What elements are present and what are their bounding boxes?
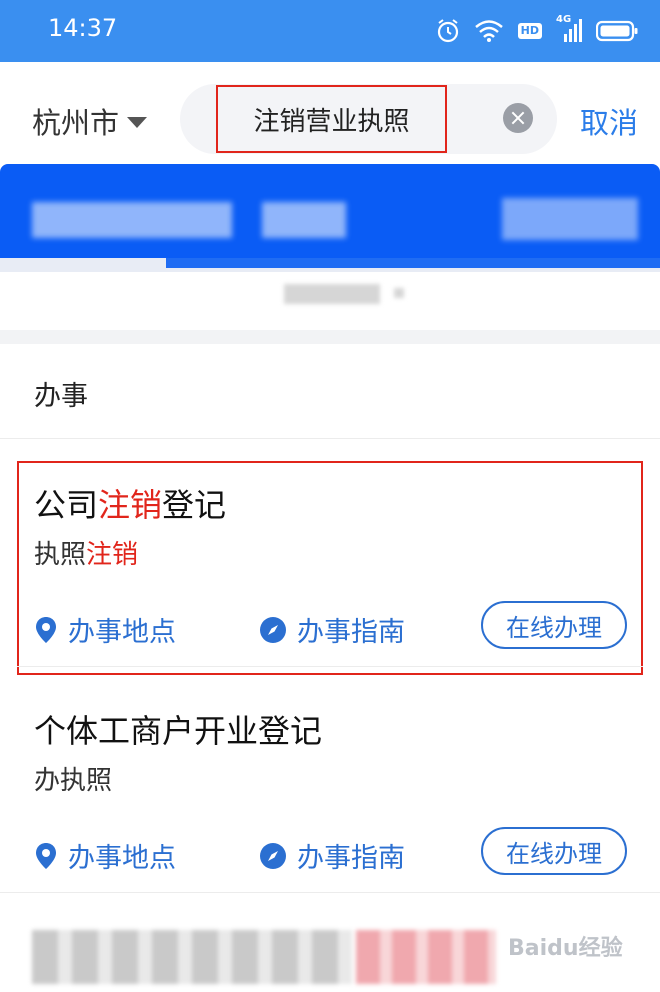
guide-label: 办事指南 (297, 843, 405, 874)
network-type-label: 4G (556, 14, 572, 25)
compass-icon (260, 616, 286, 643)
clear-icon[interactable] (503, 103, 533, 133)
city-label: 杭州市 (32, 106, 120, 140)
status-bar: 14:37 HD 4G (0, 0, 660, 62)
result-card[interactable]: 个体工商户开业登记 办执照 办事地点 办事指南 在线办理 (0, 686, 660, 912)
title-text: 公司 (34, 486, 99, 524)
compass-icon (260, 842, 286, 869)
subtitle-text: 执照 (34, 540, 87, 570)
status-time: 14:37 (48, 14, 118, 42)
section-gap (0, 330, 660, 344)
blurred-result-keyword (356, 930, 496, 984)
location-pin-icon (36, 842, 56, 869)
caret-down-icon (127, 117, 148, 128)
banner-tail (166, 258, 660, 268)
wifi-icon (474, 20, 503, 42)
divider (17, 666, 643, 667)
guide-label: 办事指南 (297, 617, 405, 648)
battery-icon (596, 20, 638, 42)
section-title: 办事 (34, 381, 88, 412)
cancel-button[interactable]: 取消 (580, 100, 638, 142)
search-input[interactable]: 注销营业执照 (216, 85, 447, 153)
status-icons: HD 4G (436, 14, 638, 48)
promo-banner[interactable] (0, 164, 660, 270)
divider (0, 438, 660, 439)
signal-4g-icon: 4G (556, 14, 582, 44)
blurred-text (284, 284, 380, 304)
result-subtitle: 办执照 (34, 766, 113, 796)
location-label: 办事地点 (68, 617, 176, 648)
blurred-dot (394, 288, 404, 298)
title-keyword: 注销 (98, 486, 163, 524)
location-link[interactable]: 办事地点 (34, 610, 176, 649)
watermark: Baidu经验 (508, 936, 623, 961)
location-pin-icon (36, 616, 56, 643)
subtitle-keyword: 注销 (86, 540, 139, 570)
guide-link[interactable]: 办事指南 (259, 610, 405, 649)
hd-icon: HD (517, 23, 542, 39)
location-link[interactable]: 办事地点 (34, 836, 176, 875)
result-subtitle: 执照注销 (34, 534, 138, 571)
guide-link[interactable]: 办事指南 (259, 836, 405, 875)
blurred-result (32, 930, 352, 984)
alarm-icon (437, 19, 458, 43)
online-apply-button[interactable]: 在线办理 (481, 827, 627, 875)
result-title: 公司注销登记 (34, 480, 226, 526)
title-text: 登记 (162, 486, 227, 524)
online-apply-button[interactable]: 在线办理 (481, 601, 627, 649)
location-label: 办事地点 (68, 843, 176, 874)
divider (0, 892, 660, 893)
city-selector[interactable]: 杭州市 (32, 100, 148, 142)
result-card[interactable]: 公司注销登记 执照注销 办事地点 办事指南 在线办理 (0, 460, 660, 686)
result-title: 个体工商户开业登记 (34, 712, 323, 750)
